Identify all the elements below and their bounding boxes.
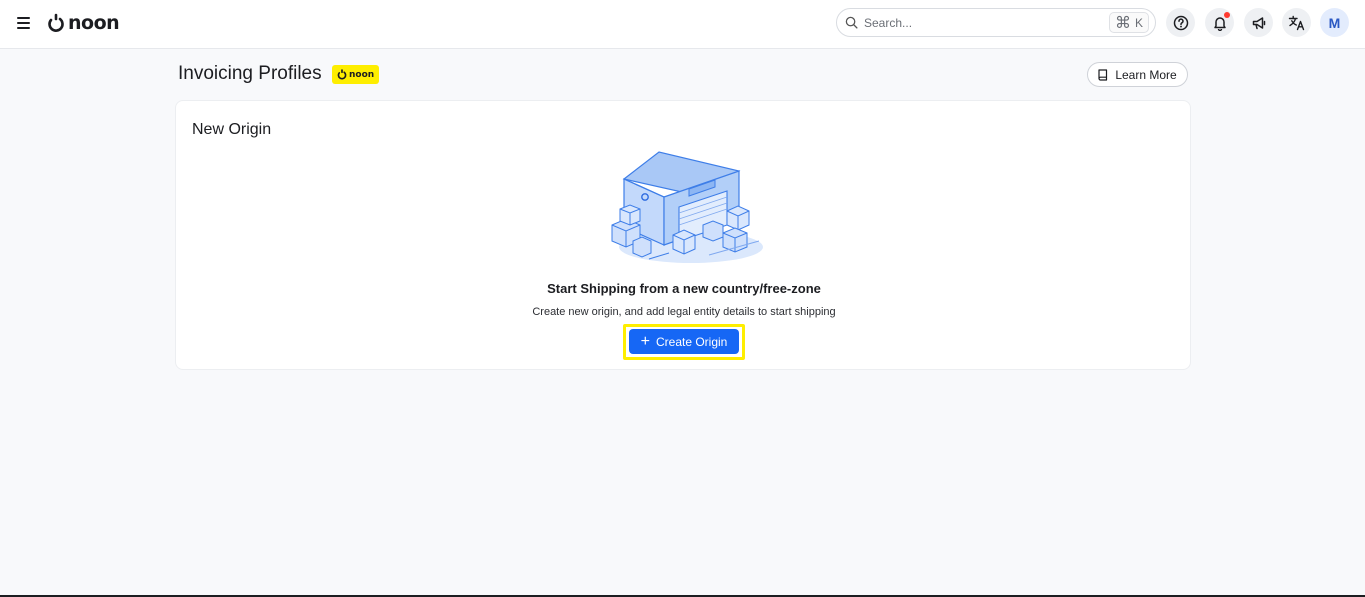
learn-more-label: Learn More <box>1115 67 1177 82</box>
noon-badge-text: noon <box>349 69 375 80</box>
top-bar: noon ⌘ K <box>0 0 1365 49</box>
notifications-button[interactable] <box>1205 8 1234 37</box>
noon-badge: noon <box>332 65 380 84</box>
noon-badge-mark-icon <box>337 69 347 80</box>
shortcut-key: K <box>1134 15 1143 30</box>
user-avatar[interactable]: M <box>1320 8 1349 37</box>
page-title: Invoicing Profiles <box>178 63 322 84</box>
search-icon <box>845 16 858 29</box>
search-input[interactable] <box>864 15 1104 30</box>
search-shortcut-hint: ⌘ K <box>1108 12 1149 33</box>
notification-dot <box>1224 12 1230 18</box>
book-icon <box>1098 68 1108 81</box>
create-origin-label: Create Origin <box>655 334 728 349</box>
noon-logo-mark-icon <box>48 13 64 32</box>
language-button[interactable] <box>1282 8 1311 37</box>
translate-icon <box>1288 15 1304 30</box>
create-origin-button[interactable]: + Create Origin <box>629 329 739 354</box>
command-key-icon: ⌘ <box>1114 12 1131 32</box>
empty-state-heading: Start Shipping from a new country/free-z… <box>547 281 821 296</box>
noon-logo[interactable]: noon <box>47 11 120 35</box>
learn-more-button[interactable]: Learn More <box>1087 62 1188 87</box>
announcements-button[interactable] <box>1244 8 1273 37</box>
megaphone-icon <box>1252 16 1265 29</box>
logo-text: noon <box>68 12 120 34</box>
card-title: New Origin <box>192 121 272 138</box>
plus-icon: + <box>640 332 650 350</box>
new-origin-card: New Origin Start Shipping from a new cou… <box>175 100 1191 370</box>
search-bar[interactable]: ⌘ K <box>836 8 1156 37</box>
help-icon <box>1173 15 1188 30</box>
menu-icon[interactable] <box>14 13 34 33</box>
empty-state-subtext: Create new origin, and add legal entity … <box>532 306 836 318</box>
warehouse-illustration <box>611 151 763 263</box>
help-button[interactable] <box>1166 8 1195 37</box>
